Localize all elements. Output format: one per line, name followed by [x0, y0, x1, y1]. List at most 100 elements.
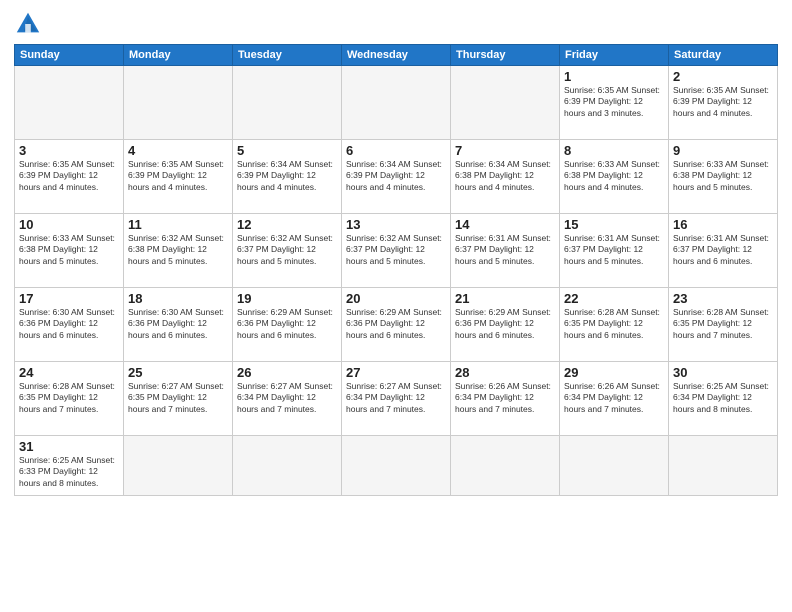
day-info: Sunrise: 6:26 AM Sunset: 6:34 PM Dayligh… — [564, 381, 664, 415]
calendar-cell: 28Sunrise: 6:26 AM Sunset: 6:34 PM Dayli… — [451, 362, 560, 436]
day-number: 23 — [673, 291, 773, 306]
calendar-cell — [451, 66, 560, 140]
calendar-cell: 17Sunrise: 6:30 AM Sunset: 6:36 PM Dayli… — [15, 288, 124, 362]
day-number: 8 — [564, 143, 664, 158]
day-info: Sunrise: 6:29 AM Sunset: 6:36 PM Dayligh… — [346, 307, 446, 341]
day-info: Sunrise: 6:35 AM Sunset: 6:39 PM Dayligh… — [19, 159, 119, 193]
day-info: Sunrise: 6:32 AM Sunset: 6:38 PM Dayligh… — [128, 233, 228, 267]
calendar-cell: 6Sunrise: 6:34 AM Sunset: 6:39 PM Daylig… — [342, 140, 451, 214]
calendar-cell — [560, 436, 669, 496]
page: SundayMondayTuesdayWednesdayThursdayFrid… — [0, 0, 792, 612]
calendar-cell: 12Sunrise: 6:32 AM Sunset: 6:37 PM Dayli… — [233, 214, 342, 288]
calendar-cell — [669, 436, 778, 496]
day-info: Sunrise: 6:25 AM Sunset: 6:34 PM Dayligh… — [673, 381, 773, 415]
calendar-cell: 13Sunrise: 6:32 AM Sunset: 6:37 PM Dayli… — [342, 214, 451, 288]
weekday-header-thursday: Thursday — [451, 45, 560, 66]
day-info: Sunrise: 6:35 AM Sunset: 6:39 PM Dayligh… — [564, 85, 664, 119]
calendar-cell: 20Sunrise: 6:29 AM Sunset: 6:36 PM Dayli… — [342, 288, 451, 362]
day-number: 3 — [19, 143, 119, 158]
day-number: 14 — [455, 217, 555, 232]
calendar-cell: 29Sunrise: 6:26 AM Sunset: 6:34 PM Dayli… — [560, 362, 669, 436]
weekday-header-wednesday: Wednesday — [342, 45, 451, 66]
calendar-week-2: 3Sunrise: 6:35 AM Sunset: 6:39 PM Daylig… — [15, 140, 778, 214]
day-info: Sunrise: 6:32 AM Sunset: 6:37 PM Dayligh… — [237, 233, 337, 267]
day-info: Sunrise: 6:29 AM Sunset: 6:36 PM Dayligh… — [455, 307, 555, 341]
day-number: 16 — [673, 217, 773, 232]
day-number: 12 — [237, 217, 337, 232]
day-number: 31 — [19, 439, 119, 454]
logo — [14, 10, 46, 38]
calendar-cell: 1Sunrise: 6:35 AM Sunset: 6:39 PM Daylig… — [560, 66, 669, 140]
day-number: 6 — [346, 143, 446, 158]
calendar-cell: 2Sunrise: 6:35 AM Sunset: 6:39 PM Daylig… — [669, 66, 778, 140]
calendar-week-1: 1Sunrise: 6:35 AM Sunset: 6:39 PM Daylig… — [15, 66, 778, 140]
calendar-cell: 31Sunrise: 6:25 AM Sunset: 6:33 PM Dayli… — [15, 436, 124, 496]
day-number: 4 — [128, 143, 228, 158]
day-info: Sunrise: 6:31 AM Sunset: 6:37 PM Dayligh… — [673, 233, 773, 267]
weekday-header-saturday: Saturday — [669, 45, 778, 66]
day-number: 19 — [237, 291, 337, 306]
calendar-week-4: 17Sunrise: 6:30 AM Sunset: 6:36 PM Dayli… — [15, 288, 778, 362]
day-number: 10 — [19, 217, 119, 232]
calendar-cell: 22Sunrise: 6:28 AM Sunset: 6:35 PM Dayli… — [560, 288, 669, 362]
calendar-header-row: SundayMondayTuesdayWednesdayThursdayFrid… — [15, 45, 778, 66]
day-number: 18 — [128, 291, 228, 306]
calendar-cell: 16Sunrise: 6:31 AM Sunset: 6:37 PM Dayli… — [669, 214, 778, 288]
calendar-cell: 9Sunrise: 6:33 AM Sunset: 6:38 PM Daylig… — [669, 140, 778, 214]
calendar-cell — [233, 436, 342, 496]
day-info: Sunrise: 6:33 AM Sunset: 6:38 PM Dayligh… — [564, 159, 664, 193]
day-number: 11 — [128, 217, 228, 232]
day-info: Sunrise: 6:34 AM Sunset: 6:38 PM Dayligh… — [455, 159, 555, 193]
logo-icon — [14, 10, 42, 38]
calendar-cell: 25Sunrise: 6:27 AM Sunset: 6:35 PM Dayli… — [124, 362, 233, 436]
calendar-cell: 11Sunrise: 6:32 AM Sunset: 6:38 PM Dayli… — [124, 214, 233, 288]
day-info: Sunrise: 6:33 AM Sunset: 6:38 PM Dayligh… — [673, 159, 773, 193]
calendar-cell: 18Sunrise: 6:30 AM Sunset: 6:36 PM Dayli… — [124, 288, 233, 362]
day-info: Sunrise: 6:31 AM Sunset: 6:37 PM Dayligh… — [455, 233, 555, 267]
calendar-body: 1Sunrise: 6:35 AM Sunset: 6:39 PM Daylig… — [15, 66, 778, 496]
day-number: 24 — [19, 365, 119, 380]
calendar-cell — [451, 436, 560, 496]
calendar-week-5: 24Sunrise: 6:28 AM Sunset: 6:35 PM Dayli… — [15, 362, 778, 436]
calendar-cell: 4Sunrise: 6:35 AM Sunset: 6:39 PM Daylig… — [124, 140, 233, 214]
calendar-cell: 15Sunrise: 6:31 AM Sunset: 6:37 PM Dayli… — [560, 214, 669, 288]
day-info: Sunrise: 6:30 AM Sunset: 6:36 PM Dayligh… — [19, 307, 119, 341]
header — [14, 10, 778, 38]
day-number: 17 — [19, 291, 119, 306]
calendar-cell: 30Sunrise: 6:25 AM Sunset: 6:34 PM Dayli… — [669, 362, 778, 436]
weekday-header-tuesday: Tuesday — [233, 45, 342, 66]
day-number: 20 — [346, 291, 446, 306]
day-info: Sunrise: 6:29 AM Sunset: 6:36 PM Dayligh… — [237, 307, 337, 341]
day-info: Sunrise: 6:35 AM Sunset: 6:39 PM Dayligh… — [673, 85, 773, 119]
day-number: 13 — [346, 217, 446, 232]
day-number: 28 — [455, 365, 555, 380]
calendar-cell: 19Sunrise: 6:29 AM Sunset: 6:36 PM Dayli… — [233, 288, 342, 362]
calendar-cell: 7Sunrise: 6:34 AM Sunset: 6:38 PM Daylig… — [451, 140, 560, 214]
calendar-cell: 3Sunrise: 6:35 AM Sunset: 6:39 PM Daylig… — [15, 140, 124, 214]
day-info: Sunrise: 6:26 AM Sunset: 6:34 PM Dayligh… — [455, 381, 555, 415]
calendar-week-3: 10Sunrise: 6:33 AM Sunset: 6:38 PM Dayli… — [15, 214, 778, 288]
day-number: 15 — [564, 217, 664, 232]
day-number: 29 — [564, 365, 664, 380]
calendar-cell: 8Sunrise: 6:33 AM Sunset: 6:38 PM Daylig… — [560, 140, 669, 214]
calendar-cell — [124, 436, 233, 496]
day-number: 21 — [455, 291, 555, 306]
day-info: Sunrise: 6:28 AM Sunset: 6:35 PM Dayligh… — [19, 381, 119, 415]
day-number: 26 — [237, 365, 337, 380]
day-info: Sunrise: 6:25 AM Sunset: 6:33 PM Dayligh… — [19, 455, 119, 489]
calendar-cell: 5Sunrise: 6:34 AM Sunset: 6:39 PM Daylig… — [233, 140, 342, 214]
day-info: Sunrise: 6:33 AM Sunset: 6:38 PM Dayligh… — [19, 233, 119, 267]
day-number: 5 — [237, 143, 337, 158]
day-number: 1 — [564, 69, 664, 84]
day-info: Sunrise: 6:32 AM Sunset: 6:37 PM Dayligh… — [346, 233, 446, 267]
calendar-cell: 24Sunrise: 6:28 AM Sunset: 6:35 PM Dayli… — [15, 362, 124, 436]
day-info: Sunrise: 6:28 AM Sunset: 6:35 PM Dayligh… — [564, 307, 664, 341]
day-number: 2 — [673, 69, 773, 84]
calendar-cell: 21Sunrise: 6:29 AM Sunset: 6:36 PM Dayli… — [451, 288, 560, 362]
calendar-cell: 26Sunrise: 6:27 AM Sunset: 6:34 PM Dayli… — [233, 362, 342, 436]
weekday-header-monday: Monday — [124, 45, 233, 66]
weekday-header-sunday: Sunday — [15, 45, 124, 66]
day-info: Sunrise: 6:27 AM Sunset: 6:34 PM Dayligh… — [346, 381, 446, 415]
day-number: 22 — [564, 291, 664, 306]
day-info: Sunrise: 6:28 AM Sunset: 6:35 PM Dayligh… — [673, 307, 773, 341]
